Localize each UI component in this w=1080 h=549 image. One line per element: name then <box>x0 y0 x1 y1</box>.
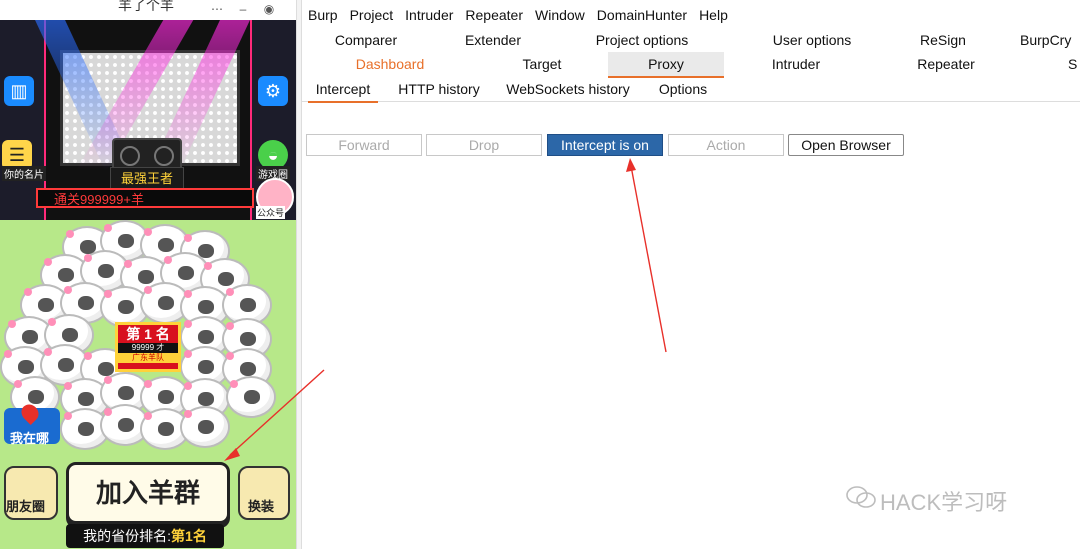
game-stage: 最强王者 通关999999+羊 ▥ ⚙ ☰ 你的名片 ◒ 游戏圈 <box>0 20 296 220</box>
menu-bar: Burp Project Intruder Repeater Window DomainH… <box>302 4 734 26</box>
proxy-subtabs: Intercept HTTP history WebSockets histor… <box>302 77 1080 103</box>
ticker-banner: 通关999999+羊 <box>36 188 254 208</box>
game-screen: 羊了个羊 ⋯ – ◉ 最强王者 通关999999+羊 ▥ ⚙ ☰ 你的名片 ◒ … <box>0 0 296 549</box>
open-browser-button[interactable]: Open Browser <box>788 134 904 156</box>
tab-dashboard[interactable]: Dashboard <box>332 52 448 76</box>
wechat-logo-icon <box>846 486 876 508</box>
tab-proxy[interactable]: Proxy <box>608 52 724 78</box>
tab-row-2: Dashboard Target Proxy Intruder Repeater… <box>302 52 1080 78</box>
tab-sequencer[interactable]: S <box>1068 52 1080 76</box>
tab-repeater[interactable]: Repeater <box>888 52 1004 76</box>
rank-board-score: 99999 才 <box>118 343 178 353</box>
tab-comparer[interactable]: Comparer <box>302 28 430 52</box>
menu-window[interactable]: Window <box>529 4 591 26</box>
dress-up-label: 换装 <box>248 499 275 514</box>
menu-project[interactable]: Project <box>344 4 400 26</box>
rank-board-team: 广东羊队 <box>118 353 178 363</box>
intercept-toggle-button[interactable]: Intercept is on <box>547 134 663 156</box>
leaderboard-icon[interactable]: ▥ <box>4 76 34 106</box>
tab-resign[interactable]: ReSign <box>902 28 984 52</box>
province-rank-value: 第1名 <box>171 528 207 544</box>
tab-user-options[interactable]: User options <box>752 28 872 52</box>
menu-burp[interactable]: Burp <box>302 4 344 26</box>
burp-window: Burp Project Intruder Repeater Window DomainH… <box>302 0 1080 549</box>
tab-extender[interactable]: Extender <box>430 28 556 52</box>
rank-board-title: 第 1 名 <box>126 326 170 342</box>
join-flock-button[interactable]: 加入羊群 <box>66 462 230 524</box>
where-am-i-label: 我在哪 <box>10 431 50 446</box>
tab-burpcrypto[interactable]: BurpCry <box>1020 28 1080 52</box>
tab-row-1: Comparer Extender Project options User o… <box>302 28 1080 52</box>
close-icon[interactable]: ◉ <box>262 2 276 16</box>
tab-intruder[interactable]: Intruder <box>738 52 854 76</box>
subtab-options[interactable]: Options <box>652 77 714 101</box>
action-button[interactable]: Action <box>668 134 784 156</box>
name-card-label: 你的名片 <box>2 166 46 181</box>
account-label: 公众号 <box>256 206 286 219</box>
sheep-icon <box>180 406 230 448</box>
subtab-intercept[interactable]: Intercept <box>308 77 378 103</box>
moments-label: 朋友圈 <box>6 499 46 514</box>
subtab-http-history[interactable]: HTTP history <box>394 77 484 101</box>
drop-button[interactable]: Drop <box>426 134 542 156</box>
watermark-text: HACK学习呀 <box>880 490 1008 515</box>
more-icon[interactable]: ⋯ <box>210 2 224 16</box>
subtab-websockets-history[interactable]: WebSockets history <box>502 77 634 101</box>
province-rank-bar: 我的省份排名:第1名 <box>66 524 224 548</box>
menu-repeater[interactable]: Repeater <box>459 4 529 26</box>
menu-domainhunter[interactable]: DomainHunter <box>591 4 693 26</box>
gear-icon[interactable]: ⚙ <box>258 76 288 106</box>
rank-board: 第 1 名 99999 才 广东羊队 <box>115 322 181 372</box>
game-titlebar: 羊了个羊 ⋯ – ◉ <box>0 0 296 20</box>
minimize-icon[interactable]: – <box>236 2 250 16</box>
menu-help[interactable]: Help <box>693 4 734 26</box>
game-title: 羊了个羊 <box>118 0 174 13</box>
sheep-icon <box>226 376 276 418</box>
tab-target[interactable]: Target <box>484 52 600 76</box>
forward-button[interactable]: Forward <box>306 134 422 156</box>
menu-intruder[interactable]: Intruder <box>399 4 459 26</box>
province-rank-prefix: 我的省份排名: <box>83 528 172 544</box>
tab-project-options[interactable]: Project options <box>584 28 700 52</box>
